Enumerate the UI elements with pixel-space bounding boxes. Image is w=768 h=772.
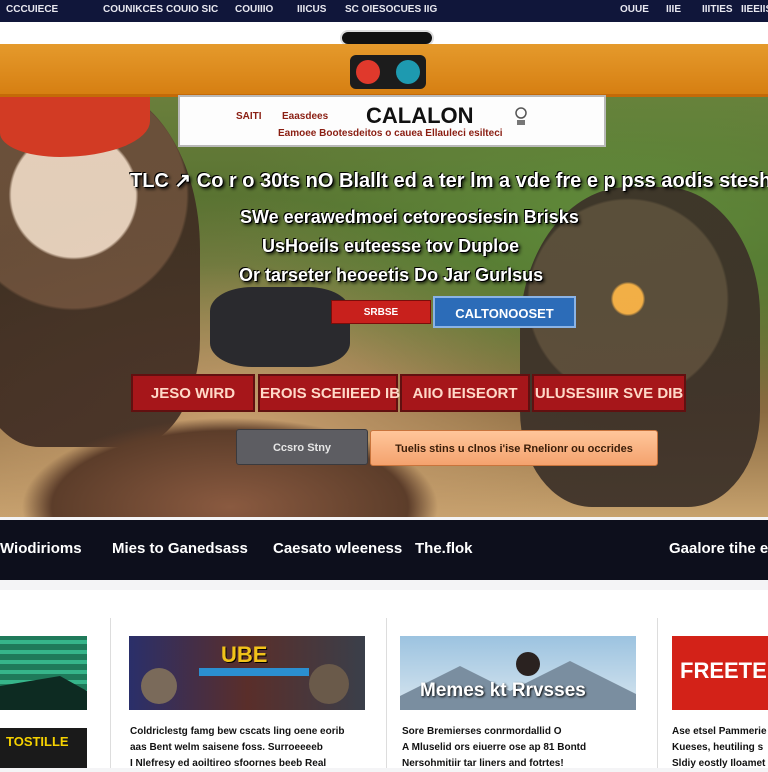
- banner-title: CALALON: [366, 103, 474, 128]
- card-divider: [386, 618, 387, 768]
- hero-line: UsHoeils euteesse tov Duploe: [262, 236, 520, 256]
- card-image-secondary[interactable]: TOSTILLE: [0, 728, 87, 768]
- banner-subtitle: Eamoee Bootesdeitos o cauea Ellauleci es…: [278, 128, 503, 139]
- hero-banner: SAITI Eaasdees CALALON Eamoee Bootesdeit…: [178, 95, 606, 147]
- card-image-label: Memes kt Rrvsses: [420, 680, 586, 701]
- card-image-art: [141, 664, 349, 704]
- top-nav: CCCUIECE COUNIKCES COUIO SIC COUIIIO III…: [0, 0, 768, 22]
- top-nav-link[interactable]: OUUE: [620, 4, 649, 15]
- card-image[interactable]: FREETE: [672, 636, 768, 710]
- top-nav-link[interactable]: IIICUS: [297, 4, 326, 15]
- hero-cta-button[interactable]: CALTONOOSET: [433, 296, 576, 328]
- banner-small-label-2: Eaasdees: [282, 111, 329, 122]
- card-image-label: TOSTILLE: [6, 734, 69, 749]
- card-image[interactable]: [0, 636, 87, 710]
- logo-right-lens: [396, 60, 420, 84]
- top-nav-link[interactable]: COUNIKCES: [103, 4, 163, 15]
- top-nav-link[interactable]: IIIE: [666, 4, 681, 15]
- top-nav-link[interactable]: IIEEIIS: [741, 4, 768, 15]
- hero-vehicle: [210, 287, 350, 367]
- hero-small-red-button[interactable]: SRBSE: [331, 300, 431, 324]
- content-area: [0, 590, 768, 768]
- hero-line: Or tarseter heoeetis Do Jar Gurlsus: [239, 265, 544, 285]
- card-description: Ase etsel Pammerie Kueses, heutiling s S…: [672, 726, 767, 769]
- category-link[interactable]: Caesato wleeness: [273, 540, 402, 557]
- category-link[interactable]: Gaalore tihe e: [669, 540, 768, 557]
- hero-line: SWe eerawedmoei cetoreosiesin Brisks: [240, 207, 579, 227]
- top-nav-link[interactable]: COUIO SIC: [166, 4, 218, 15]
- banner-badge-icon: [515, 107, 527, 125]
- card-description: Sore Bremierses conrmordallid O A Mlusel…: [402, 726, 587, 769]
- card-image-art: [0, 676, 87, 710]
- category-link[interactable]: Mies to Ganedsass: [112, 540, 248, 557]
- hero-option-button[interactable]: JESO WIRD: [131, 374, 255, 412]
- category-nav: Wiodirioms Mies to Ganedsass Caesato wle…: [0, 520, 768, 580]
- card-image[interactable]: Memes kt Rrvsses: [400, 636, 636, 710]
- hero-headline: TLC ↗ Co r o 30ts nO Blallt ed a ter lm …: [130, 170, 768, 192]
- hero-option-button[interactable]: AIIO IEISEORT: [400, 374, 530, 412]
- card-description: Coldriclestg famg bew cscats ling oene e…: [130, 726, 345, 769]
- hero-option-button[interactable]: EROIS SCEIIEED IB: [258, 374, 400, 412]
- logo-left-lens: [356, 60, 380, 84]
- category-link[interactable]: The.flok: [415, 540, 473, 557]
- hero-option-button[interactable]: ULUSESIIIR SVE DIB: [532, 374, 686, 412]
- top-nav-link[interactable]: COUIIIO: [235, 4, 273, 15]
- card-divider: [110, 618, 111, 768]
- gamepad-logo-icon[interactable]: [350, 55, 426, 89]
- hero-secondary-button[interactable]: Ccsro Stny: [236, 429, 368, 465]
- hero-promo-button[interactable]: Tuelis stins u clnos i'ise Rnelionr ou o…: [370, 430, 658, 466]
- top-nav-link[interactable]: CCCUIECE: [6, 4, 58, 15]
- card-image-label: FREETE: [680, 658, 767, 683]
- category-link[interactable]: Wiodirioms: [0, 540, 82, 557]
- card-divider: [657, 618, 658, 768]
- top-nav-link[interactable]: SC OIESOCUES IIG: [345, 4, 437, 15]
- top-nav-link[interactable]: IIITIES: [702, 4, 733, 15]
- card-image[interactable]: UBE: [129, 636, 365, 710]
- banner-small-label: SAITI: [236, 111, 262, 122]
